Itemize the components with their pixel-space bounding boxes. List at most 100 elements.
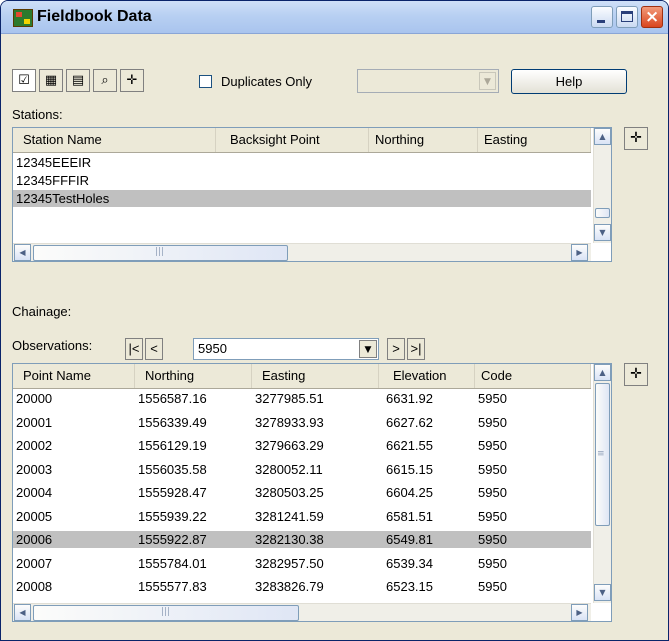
scroll-down-icon[interactable]: ▼ bbox=[594, 224, 611, 241]
stations-header: Station Name Backsight Point Northing Ea… bbox=[13, 128, 591, 153]
maximize-button[interactable] bbox=[616, 6, 638, 28]
maximize-icon bbox=[621, 11, 633, 22]
check-list-tool-button[interactable]: ☑ bbox=[12, 69, 36, 92]
previous-chainage-button[interactable]: < bbox=[145, 338, 163, 360]
observation-row[interactable]: 20008 1555577.83 3283826.79 6523.15 5950 bbox=[13, 578, 591, 595]
observation-row[interactable]: 20005 1555939.22 3281241.59 6581.51 5950 bbox=[13, 508, 591, 525]
list-tool-icon: ▤ bbox=[71, 73, 85, 88]
find-tool-icon: ⌕ bbox=[101, 73, 109, 88]
observation-cell: 1555939.22 bbox=[138, 508, 207, 524]
minimize-button[interactable] bbox=[591, 6, 613, 28]
duplicates-only-checkbox[interactable] bbox=[199, 75, 212, 88]
dropdown-arrow-icon[interactable]: ▼ bbox=[359, 340, 377, 358]
report-tool-button[interactable]: ▦ bbox=[39, 69, 63, 92]
observation-row[interactable]: 20002 1556129.19 3279663.29 6621.55 5950 bbox=[13, 437, 591, 454]
station-cell: 12345FFFIR bbox=[16, 173, 89, 188]
observation-cell: 20001 bbox=[16, 414, 53, 430]
observations-header: Point Name Northing Easting Elevation Co… bbox=[13, 364, 591, 389]
observation-cell: 20005 bbox=[16, 508, 53, 524]
stations-vertical-scrollbar[interactable]: ▲ ▼ bbox=[593, 128, 611, 243]
dropdown-arrow-icon: ▼ bbox=[479, 72, 496, 90]
first-chainage-button[interactable]: |< bbox=[125, 338, 143, 360]
observation-cell: 1555577.83 bbox=[138, 579, 207, 594]
window-title: Fieldbook Data bbox=[37, 8, 152, 25]
observation-cell: 20000 bbox=[16, 391, 53, 406]
col-northing[interactable]: Northing bbox=[135, 364, 252, 388]
observation-cell: 20007 bbox=[16, 555, 53, 571]
grip-icon: ||| bbox=[161, 607, 171, 617]
observation-cell: 1556129.19 bbox=[138, 438, 207, 453]
station-row[interactable]: 12345EEEIR bbox=[13, 154, 591, 171]
observation-cell: 6621.55 bbox=[386, 438, 433, 453]
scroll-up-icon[interactable]: ▲ bbox=[594, 128, 611, 145]
observation-cell: 3280503.25 bbox=[255, 485, 324, 500]
station-cell: 12345TestHoles bbox=[16, 191, 110, 206]
station-cell: 12345EEEIR bbox=[16, 155, 92, 170]
close-button[interactable]: × bbox=[641, 6, 663, 28]
observations-horizontal-scrollbar[interactable]: ◀ ||| ▶ bbox=[13, 603, 591, 621]
crosshair-icon: ✛ bbox=[630, 130, 642, 146]
list-tool-button[interactable]: ▤ bbox=[66, 69, 90, 92]
scroll-left-icon[interactable]: ◀ bbox=[14, 604, 31, 621]
observation-cell: 6581.51 bbox=[386, 508, 433, 524]
observation-cell: 5950 bbox=[478, 438, 507, 453]
col-northing[interactable]: Northing bbox=[369, 128, 478, 152]
report-tool-icon: ▦ bbox=[44, 73, 58, 88]
last-chainage-button[interactable]: >| bbox=[407, 338, 425, 360]
scroll-right-icon[interactable]: ▶ bbox=[571, 604, 588, 621]
observations-pin-button[interactable]: ✛ bbox=[624, 363, 648, 386]
col-station-name[interactable]: Station Name bbox=[13, 128, 216, 152]
col-code[interactable]: Code bbox=[475, 364, 591, 388]
observation-cell: 1555922.87 bbox=[138, 532, 207, 547]
observations-list[interactable]: Point Name Northing Easting Elevation Co… bbox=[12, 363, 612, 622]
col-point-name[interactable]: Point Name bbox=[13, 364, 135, 388]
observation-cell: 1556587.16 bbox=[138, 391, 207, 406]
observation-row[interactable]: 20007 1555784.01 3282957.50 6539.34 5950 bbox=[13, 555, 591, 572]
observation-cell: 20002 bbox=[16, 438, 53, 453]
stations-pin-button[interactable]: ✛ bbox=[624, 127, 648, 150]
observation-cell: 3278933.93 bbox=[255, 414, 324, 430]
observation-cell: 3283826.79 bbox=[255, 579, 324, 594]
col-elevation[interactable]: Elevation bbox=[379, 364, 475, 388]
scroll-right-icon[interactable]: ▶ bbox=[571, 244, 588, 261]
observation-cell: 1555784.01 bbox=[138, 555, 207, 571]
observation-row[interactable]: 20003 1556035.58 3280052.11 6615.15 5950 bbox=[13, 461, 591, 478]
next-chainage-button[interactable]: > bbox=[387, 338, 405, 360]
close-icon: × bbox=[645, 7, 660, 27]
observation-cell: 20006 bbox=[16, 532, 53, 547]
stations-horizontal-scrollbar[interactable]: ◀ ||| ▶ bbox=[13, 243, 591, 261]
observation-row[interactable]: 20006 1555922.87 3282130.38 6549.81 5950 bbox=[13, 531, 591, 548]
observation-row[interactable]: 20004 1555928.47 3280503.25 6604.25 5950 bbox=[13, 484, 591, 501]
observation-cell: 3281241.59 bbox=[255, 508, 324, 524]
chainage-select[interactable]: 5950 ▼ bbox=[193, 338, 379, 360]
scroll-down-icon[interactable]: ▼ bbox=[594, 584, 611, 601]
stations-list[interactable]: Station Name Backsight Point Northing Ea… bbox=[12, 127, 612, 262]
station-row[interactable]: 12345FFFIR bbox=[13, 172, 591, 189]
station-row[interactable]: 12345TestHoles bbox=[13, 190, 591, 207]
col-easting[interactable]: Easting bbox=[478, 128, 591, 152]
observation-cell: 3280052.11 bbox=[255, 461, 323, 477]
app-icon bbox=[13, 9, 33, 27]
dialog-client: ☑ ▦ ▤ ⌕ ✛ Duplicates Only ▼ Help Stations: S… bbox=[9, 39, 660, 635]
observation-cell: 3279663.29 bbox=[255, 438, 324, 453]
observation-cell: 5950 bbox=[478, 414, 507, 430]
observation-cell: 6627.62 bbox=[386, 414, 433, 430]
scroll-thumb[interactable] bbox=[595, 208, 610, 218]
minimize-icon bbox=[597, 20, 605, 23]
col-easting[interactable]: Easting bbox=[252, 364, 379, 388]
find-tool-button[interactable]: ⌕ bbox=[93, 69, 117, 92]
col-backsight-point[interactable]: Backsight Point bbox=[216, 128, 369, 152]
help-button[interactable]: Help bbox=[511, 69, 627, 94]
scroll-up-icon[interactable]: ▲ bbox=[594, 364, 611, 381]
observation-row[interactable]: 20001 1556339.49 3278933.93 6627.62 5950 bbox=[13, 414, 591, 431]
fieldbook-window: Fieldbook Data × ☑ ▦ ▤ ⌕ ✛ Duplicates Only ▼… bbox=[0, 0, 669, 641]
scroll-left-icon[interactable]: ◀ bbox=[14, 244, 31, 261]
duplicates-filter-combo: ▼ bbox=[357, 69, 499, 93]
zoom-tool-button[interactable]: ✛ bbox=[120, 69, 144, 92]
observation-row[interactable]: 20000 1556587.16 3277985.51 6631.92 5950 bbox=[13, 390, 591, 407]
title-bar[interactable]: Fieldbook Data × bbox=[1, 1, 668, 34]
observation-cell: 5950 bbox=[478, 532, 507, 547]
grip-icon: ≡ bbox=[597, 449, 605, 459]
observations-vertical-scrollbar[interactable]: ▲ ≡ ▼ bbox=[593, 364, 611, 603]
chainage-label: Chainage: bbox=[12, 304, 72, 319]
